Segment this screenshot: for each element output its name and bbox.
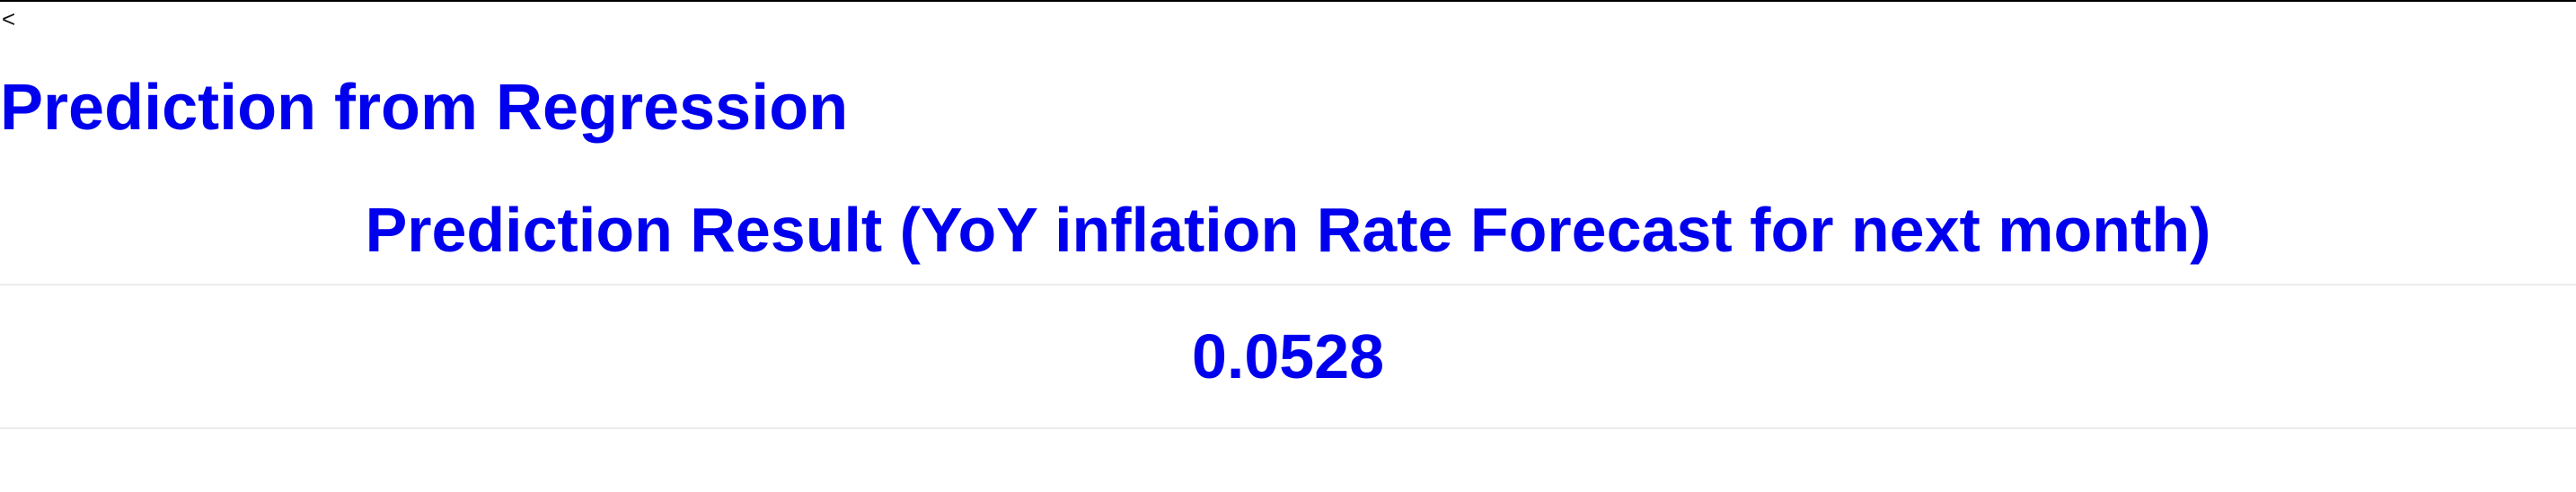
top-divider	[0, 0, 2576, 2]
result-value-row: 0.0528	[0, 286, 2576, 429]
back-link[interactable]: <	[2, 5, 15, 32]
prediction-result-table: Prediction Result (YoY inflation Rate Fo…	[0, 176, 2576, 429]
page-title: Prediction from Regression	[0, 72, 849, 144]
result-header-label: Prediction Result (YoY inflation Rate Fo…	[365, 195, 2211, 265]
result-header: Prediction Result (YoY inflation Rate Fo…	[0, 176, 2576, 286]
result-value: 0.0528	[1191, 321, 1385, 391]
